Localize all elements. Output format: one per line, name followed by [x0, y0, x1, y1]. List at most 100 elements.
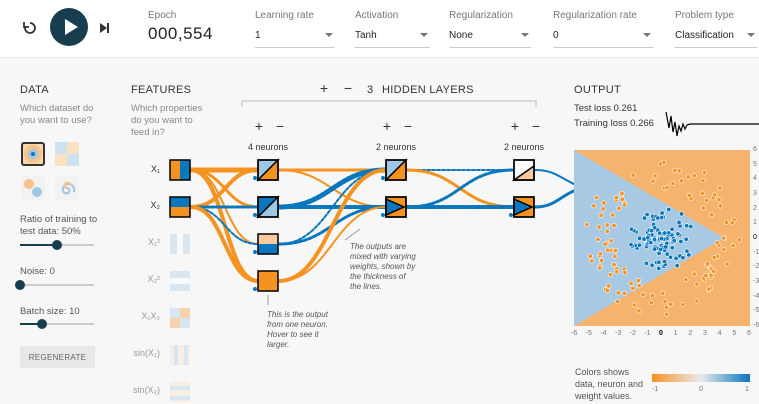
data-point-orange [676, 168, 682, 174]
y-tick: -1 [753, 248, 759, 256]
data-point-orange [614, 269, 620, 275]
data-point-orange [604, 228, 610, 234]
x-tick: -3 [615, 330, 622, 337]
feature-x1x2 [170, 308, 180, 318]
note-line: mixed with varying [350, 252, 416, 261]
data-point-orange [594, 194, 600, 200]
data-point-orange [694, 281, 700, 287]
data-point-orange [721, 235, 727, 241]
remove-layer-icon[interactable]: − [340, 81, 356, 97]
data-point-orange [686, 192, 692, 198]
x-tick: 3 [703, 330, 707, 337]
data-point-blue [656, 265, 662, 271]
layers-count: 3 [367, 84, 374, 96]
note-neuron: This is the output from one neuron. Hove… [267, 310, 328, 350]
data-point-orange [607, 272, 613, 278]
data-point-orange [597, 251, 603, 257]
data-point-orange [714, 240, 720, 246]
data-point-orange [605, 288, 611, 294]
data-point-blue [675, 231, 681, 237]
data-point-blue [688, 223, 694, 229]
x-tick: 1 [673, 330, 678, 337]
y-tick: -5 [753, 307, 759, 315]
link [534, 169, 577, 186]
output-heatmap [574, 150, 750, 326]
legend-tick-min: -1 [652, 386, 659, 393]
data-point-orange [640, 291, 646, 297]
data-point-orange [694, 298, 700, 304]
data-point-orange [650, 178, 656, 184]
data-point-orange [670, 180, 676, 186]
data-point-orange [631, 302, 637, 308]
data-point-blue [662, 230, 668, 236]
legend-line: Colors shows [575, 367, 630, 377]
data-point-orange [612, 253, 618, 259]
data-point-blue [656, 259, 662, 265]
note-line: This is the output [267, 310, 328, 319]
data-point-orange [730, 243, 736, 249]
data-point-orange [680, 302, 686, 308]
y-tick: -3 [753, 278, 759, 285]
data-point-orange [602, 241, 608, 247]
x-tick: 6 [747, 330, 751, 337]
x-tick: 0 [659, 330, 663, 337]
add-neuron-l1-icon[interactable]: + [251, 119, 267, 135]
data-point-orange [608, 238, 614, 244]
x-tick: -4 [600, 330, 607, 337]
data-point-orange [683, 277, 689, 283]
data-point-orange [709, 212, 715, 218]
data-point-orange [636, 308, 642, 314]
data-point-orange [662, 299, 668, 305]
note-line: larger. [267, 340, 290, 349]
data-point-orange [717, 185, 723, 191]
data-point-orange [711, 268, 717, 274]
add-neuron-l3-icon[interactable]: + [507, 119, 523, 135]
training-loss: Training loss 0.266 [574, 118, 654, 129]
remove-neuron-l1-icon[interactable]: − [272, 119, 288, 135]
remove-neuron-l2-icon[interactable]: − [400, 119, 416, 135]
y-tick: 2 [753, 204, 757, 212]
data-point-orange [628, 280, 634, 286]
add-neuron-l2-icon[interactable]: + [379, 119, 395, 135]
note-line: from one neuron. [267, 320, 328, 329]
data-point-orange [591, 203, 597, 209]
data-point-orange [636, 283, 642, 289]
data-point-orange [619, 196, 625, 202]
data-point-orange [657, 161, 663, 167]
data-point-orange [584, 222, 590, 228]
data-point-orange [621, 290, 627, 296]
data-point-blue [659, 236, 665, 242]
data-point-blue [658, 246, 664, 252]
data-point-blue [684, 248, 690, 254]
y-tick: 5 [753, 160, 757, 168]
data-point-orange [589, 258, 595, 264]
data-point-orange [704, 197, 710, 203]
add-layer-icon[interactable]: + [316, 81, 332, 97]
data-point-blue [669, 226, 675, 232]
data-point-orange [597, 265, 603, 271]
data-point-orange [635, 278, 641, 284]
data-point-orange [736, 237, 742, 243]
legend-line: data, neuron and [575, 379, 644, 389]
feature-x1 [169, 159, 191, 181]
note-line: the thickness of [350, 272, 406, 281]
x-tick: 5 [732, 330, 737, 337]
data-point-orange [630, 172, 636, 178]
y-tick: 4 [753, 175, 757, 183]
link [405, 168, 516, 209]
note-weights: The outputs are mixed with varying weigh… [350, 242, 416, 292]
neuron-l1-4 [257, 270, 279, 292]
data-point-orange [663, 305, 669, 311]
data-point-blue [645, 235, 651, 241]
data-point-blue [671, 238, 677, 244]
data-point-orange [601, 200, 607, 206]
data-point-blue [636, 242, 642, 248]
data-point-orange [595, 236, 601, 242]
remove-neuron-l3-icon[interactable]: − [528, 119, 544, 135]
data-point-orange [616, 205, 622, 211]
data-point-orange [660, 290, 666, 296]
data-point-orange [604, 222, 610, 228]
data-point-blue [648, 239, 654, 245]
data-point-blue [659, 210, 665, 216]
y-tick: -6 [753, 322, 759, 329]
